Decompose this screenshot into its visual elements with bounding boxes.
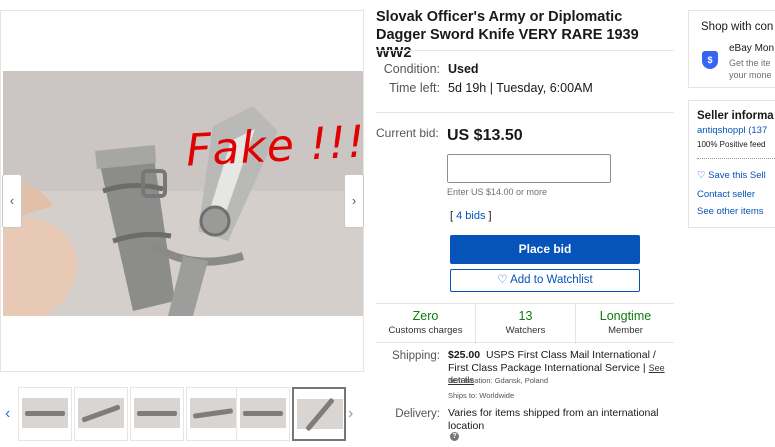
stat-member: Longtime Member: [576, 309, 675, 338]
money-back-desc-line2: your mone: [729, 70, 772, 80]
listing-title: Slovak Officer's Army or Diplomatic Dagg…: [376, 9, 639, 61]
bid-count-suffix: ]: [485, 210, 492, 222]
place-bid-button[interactable]: Place bid: [450, 235, 640, 264]
current-bid-value: US $13.50: [447, 127, 523, 144]
item-location: Item location: Gdansk, Poland: [448, 376, 549, 385]
delivery-value: Varies for items shipped from an interna…: [448, 407, 659, 432]
fake-overlay-text: Fake !!!: [184, 116, 367, 177]
title-divider: [376, 50, 674, 51]
shop-title: Shop with con: [701, 21, 774, 33]
seller-feedback: 100% Positive feed: [697, 140, 766, 149]
see-other-items-link[interactable]: See other items: [697, 206, 764, 217]
stat-watchers: 13 Watchers: [476, 309, 575, 338]
thumbnail-2[interactable]: [74, 387, 128, 441]
money-back-shield-icon: $: [702, 51, 718, 69]
condition-label: Condition:: [383, 62, 440, 76]
listing-stats: Zero Customs charges 13 Watchers Longtim…: [376, 303, 675, 344]
next-image-button[interactable]: ›: [344, 174, 364, 228]
bid-amount-input[interactable]: [447, 154, 611, 183]
main-product-image[interactable]: [3, 71, 363, 316]
shipping-cost: $25.00: [448, 349, 481, 361]
add-to-watchlist-button[interactable]: ♡ Add to Watchlist: [450, 269, 640, 292]
previous-image-button[interactable]: ‹: [2, 174, 22, 228]
thumbnail-6[interactable]: [292, 387, 346, 441]
dagger-photo: [3, 71, 363, 316]
condition-value: Used: [448, 62, 479, 76]
save-seller-link[interactable]: ♡ Save this Sell: [697, 170, 766, 181]
current-bid-label: Current bid:: [376, 126, 439, 140]
money-back-desc: Get the ite your mone: [729, 57, 772, 81]
stat-label: Watchers: [505, 325, 546, 336]
thumbnail-1[interactable]: [18, 387, 72, 441]
money-back-desc-line1: Get the ite: [729, 58, 771, 68]
shop-with-confidence-card: Shop with con $ eBay Mon Get the ite your…: [688, 10, 775, 88]
bid-section-divider: [376, 112, 674, 113]
delivery-label: Delivery:: [395, 408, 440, 420]
seller-title: Seller informa: [697, 110, 774, 122]
seller-name-link[interactable]: antiqshoppl (137: [697, 125, 767, 136]
stat-label: Customs charges: [388, 325, 463, 336]
stat-customs: Zero Customs charges: [376, 309, 475, 338]
bid-count-link[interactable]: 4 bids: [456, 210, 485, 222]
thumbnail-3[interactable]: [130, 387, 184, 441]
ships-to: Ships to: Worldwide: [448, 391, 515, 400]
seller-information-card: Seller informa antiqshoppl (137 100% Pos…: [688, 100, 775, 228]
bid-count: [ 4 bids ]: [450, 210, 492, 222]
thumbnail-5[interactable]: [236, 387, 290, 441]
chevron-right-icon: ›: [351, 193, 357, 208]
chevron-left-icon: ‹: [9, 193, 15, 208]
time-left-value: 5d 19h | Tuesday, 6:00AM: [448, 81, 593, 95]
thumbnail-prev-icon[interactable]: ‹: [5, 405, 10, 423]
thumbnail-next-icon[interactable]: ›: [348, 405, 353, 423]
shipping-label: Shipping:: [392, 350, 440, 362]
time-left-label: Time left:: [389, 81, 440, 95]
contact-seller-link[interactable]: Contact seller: [697, 189, 755, 200]
shipping-service: USPS First Class Mail International / Fi…: [448, 349, 656, 374]
stat-value: Zero: [412, 309, 439, 323]
thumbnail-4[interactable]: [186, 387, 240, 441]
info-icon[interactable]: ?: [450, 432, 459, 441]
bid-hint: Enter US $14.00 or more: [447, 187, 548, 197]
stat-value: Longtime: [599, 309, 652, 323]
seller-divider: [697, 158, 775, 159]
image-gallery: Fake !!! ‹ ›: [0, 10, 367, 372]
stat-label: Member: [608, 325, 643, 336]
money-back-title[interactable]: eBay Mon: [729, 43, 774, 54]
stat-value: 13: [518, 309, 533, 323]
thumbnail-strip: ‹ ›: [0, 387, 364, 443]
